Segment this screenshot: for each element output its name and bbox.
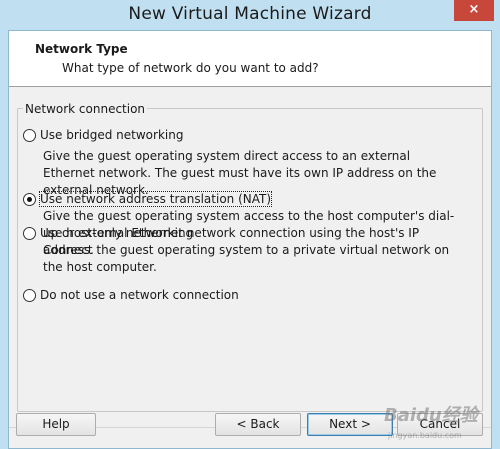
page-subtitle: What type of network do you want to add? <box>62 61 319 75</box>
group-label: Network connection <box>23 102 148 116</box>
radio-circle-no-network[interactable] <box>23 289 36 302</box>
page-title: Network Type <box>35 42 128 56</box>
close-icon[interactable]: × <box>454 0 494 21</box>
watermark-url: jingyan.baidu.com <box>388 431 462 440</box>
help-button[interactable]: Help <box>16 413 96 436</box>
radio-label-nat[interactable]: Use network address translation (NAT) <box>38 191 273 207</box>
radio-circle-host-only[interactable] <box>23 227 36 240</box>
description-host-only: Connect the guest operating system to a … <box>43 243 450 274</box>
radio-circle-nat[interactable] <box>23 193 36 206</box>
radio-label-bridged[interactable]: Use bridged networking <box>40 128 183 142</box>
radio-circle-bridged[interactable] <box>23 129 36 142</box>
header-panel: Network Type What type of network do you… <box>9 31 491 87</box>
radio-label-no-network[interactable]: Do not use a network connection <box>40 288 239 302</box>
wizard-window: New Virtual Machine Wizard × Network Typ… <box>0 0 500 449</box>
wizard-body: Network Type What type of network do you… <box>8 30 492 449</box>
window-title: New Virtual Machine Wizard <box>128 4 372 24</box>
back-button[interactable]: < Back <box>215 413 301 436</box>
next-button[interactable]: Next > <box>307 413 393 436</box>
title-bar[interactable]: New Virtual Machine Wizard × <box>0 0 500 30</box>
radio-label-host-only[interactable]: Use host-only networking <box>40 226 193 240</box>
